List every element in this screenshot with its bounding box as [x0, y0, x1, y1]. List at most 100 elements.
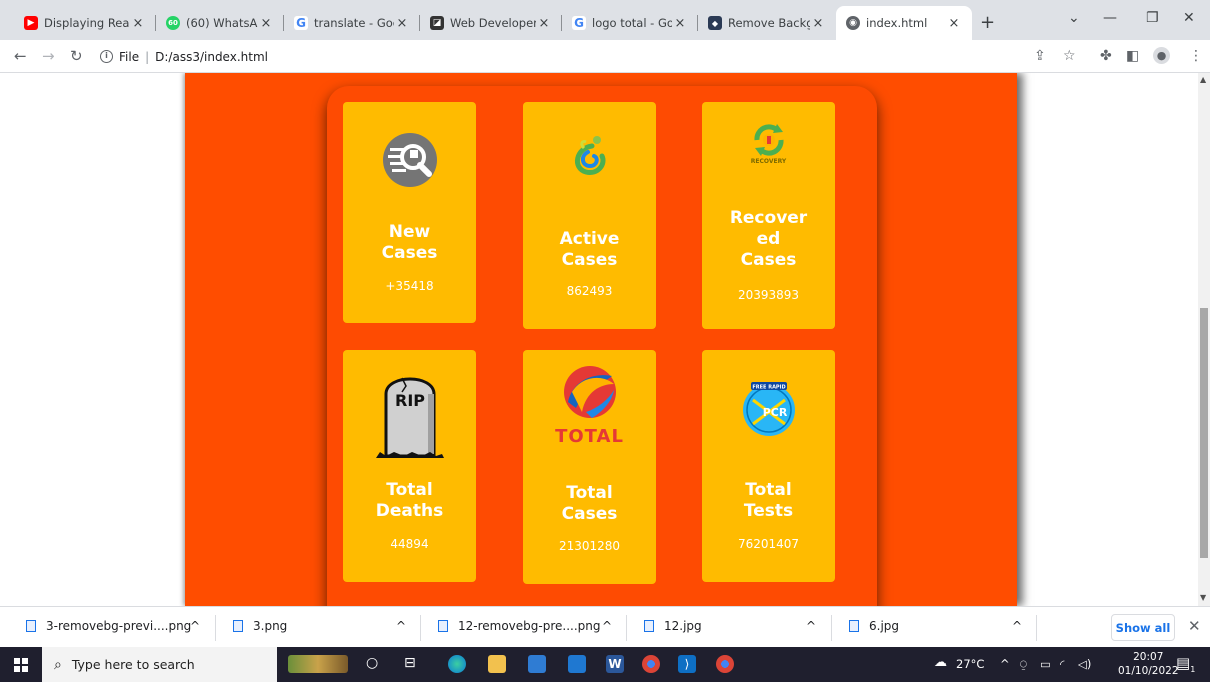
- url-text[interactable]: D:/ass3/index.html: [155, 50, 268, 64]
- back-button[interactable]: ←: [14, 47, 27, 65]
- weather-temp[interactable]: 27°C: [956, 657, 984, 671]
- new-tab-button[interactable]: +: [980, 12, 995, 33]
- download-item[interactable]: 12.jpg: [644, 619, 702, 633]
- whatsapp-icon: 60: [166, 16, 180, 30]
- card-title-line: Total: [566, 483, 613, 503]
- chevron-up-icon[interactable]: ^: [1000, 657, 1010, 671]
- clock-date: 01/10/2022: [1118, 665, 1179, 677]
- chevron-up-icon[interactable]: ^: [190, 619, 200, 633]
- card-title-line: ed: [756, 229, 781, 249]
- chrome-icon[interactable]: [642, 655, 660, 673]
- close-tab-icon[interactable]: ×: [258, 16, 274, 31]
- menu-dots-icon[interactable]: ⋮: [1189, 48, 1203, 64]
- volume-icon[interactable]: ◁): [1078, 657, 1091, 671]
- meet-now-icon[interactable]: ⍜: [1020, 657, 1027, 672]
- weather-cloud-icon[interactable]: ☁: [934, 655, 947, 670]
- info-icon[interactable]: i: [100, 50, 113, 63]
- card-title: Total Deaths: [343, 480, 476, 522]
- divider: [215, 615, 216, 641]
- close-tab-icon[interactable]: ×: [130, 16, 146, 31]
- word-icon[interactable]: W: [606, 655, 624, 673]
- profile-avatar-icon[interactable]: ●: [1153, 47, 1170, 64]
- page-scrollbar[interactable]: ▲ ▼: [1198, 73, 1210, 606]
- mail-icon[interactable]: [568, 655, 586, 673]
- store-icon[interactable]: [528, 655, 546, 673]
- tab-web-developer[interactable]: ◪ Web Developer F ×: [420, 6, 562, 40]
- bookmark-star-icon[interactable]: ☆: [1063, 48, 1076, 64]
- chrome-icon[interactable]: [716, 655, 734, 673]
- close-tab-icon[interactable]: ×: [672, 16, 688, 31]
- card-title-line: Recover: [729, 208, 808, 228]
- chevron-up-icon[interactable]: ^: [1012, 619, 1022, 633]
- close-downloads-icon[interactable]: ✕: [1188, 617, 1201, 635]
- scroll-up-arrow-icon[interactable]: ▲: [1200, 75, 1206, 84]
- card-new-cases: New Cases +35418: [343, 102, 476, 323]
- file-explorer-icon[interactable]: [488, 655, 506, 673]
- remove-bg-icon: ◆: [708, 16, 722, 30]
- minimize-button[interactable]: —: [1103, 10, 1117, 26]
- google-icon: G: [572, 16, 586, 30]
- active-swirl-icon: [523, 134, 656, 176]
- battery-icon[interactable]: ▭: [1040, 657, 1051, 671]
- card-title: Active Cases: [523, 229, 656, 271]
- reload-button[interactable]: ↻: [70, 47, 83, 65]
- divider: [626, 615, 627, 641]
- close-tab-icon[interactable]: ×: [810, 16, 826, 31]
- download-item[interactable]: 3-removebg-previ....png: [26, 619, 191, 633]
- search-magnifier-icon: [343, 132, 476, 188]
- download-item[interactable]: 12-removebg-pre....png: [438, 619, 601, 633]
- news-widget-icon[interactable]: [288, 655, 348, 673]
- pcr-text: PCR: [762, 406, 787, 419]
- address-bar[interactable]: i File | D:/ass3/index.html: [100, 44, 1000, 69]
- vscode-icon[interactable]: ⟩: [678, 655, 696, 673]
- card-title: Recover ed Cases: [702, 208, 835, 271]
- share-icon[interactable]: ⇪: [1034, 48, 1046, 64]
- task-view-icon[interactable]: ⊟: [404, 655, 416, 671]
- tab-remove-background[interactable]: ◆ Remove Backgro ×: [698, 6, 836, 40]
- card-value: 44894: [390, 537, 429, 551]
- edge-icon[interactable]: [448, 655, 466, 673]
- download-filename: 6.jpg: [869, 619, 900, 633]
- download-filename: 12-removebg-pre....png: [458, 619, 601, 633]
- file-icon: [26, 620, 36, 632]
- recovery-logo-text: RECOVERY: [750, 158, 787, 165]
- tombstone-icon: RIP: [343, 364, 476, 464]
- wifi-icon[interactable]: ◜: [1060, 657, 1064, 671]
- extensions-puzzle-icon[interactable]: ✤: [1100, 48, 1112, 64]
- forward-button[interactable]: →: [42, 47, 55, 65]
- close-tab-icon[interactable]: ×: [536, 16, 552, 31]
- close-tab-icon[interactable]: ×: [394, 16, 410, 31]
- card-title-line: Active: [559, 229, 620, 249]
- chevron-up-icon[interactable]: ^: [602, 619, 612, 633]
- download-item[interactable]: 3.png: [233, 619, 287, 633]
- tab-logo-total[interactable]: G logo total - Goo ×: [562, 6, 698, 40]
- close-tab-icon[interactable]: ×: [946, 16, 962, 31]
- card-active-cases: Active Cases 862493: [523, 102, 656, 329]
- card-recovered-cases: RECOVERY Recover ed Cases 20393893: [702, 102, 835, 329]
- tab-search-chevron-icon[interactable]: ⌄: [1068, 10, 1080, 26]
- taskbar-search-box[interactable]: ⌕ Type here to search: [42, 647, 277, 682]
- chevron-up-icon[interactable]: ^: [396, 619, 406, 633]
- close-window-button[interactable]: ✕: [1183, 10, 1195, 26]
- globe-icon: ◉: [846, 16, 860, 30]
- card-title-line: Cases: [561, 250, 618, 270]
- side-panel-icon[interactable]: ◧: [1126, 48, 1139, 64]
- chevron-up-icon[interactable]: ^: [806, 619, 816, 633]
- notification-center-icon[interactable]: ▤1: [1176, 654, 1195, 674]
- windows-start-icon[interactable]: [14, 658, 28, 672]
- scroll-down-arrow-icon[interactable]: ▼: [1200, 593, 1206, 602]
- tab-title: logo total - Goo: [592, 16, 672, 30]
- scrollbar-thumb[interactable]: [1200, 308, 1208, 558]
- taskbar-clock[interactable]: 20:07 01/10/2022: [1118, 650, 1179, 678]
- tab-whatsapp[interactable]: 60 (60) WhatsApp ×: [156, 6, 284, 40]
- card-total-cases: TOTAL Total Cases 21301280: [523, 350, 656, 584]
- card-value: 21301280: [558, 539, 621, 553]
- show-all-button[interactable]: Show all: [1111, 614, 1175, 641]
- tab-translate[interactable]: G translate - Googl ×: [284, 6, 420, 40]
- cortana-icon[interactable]: ○: [366, 655, 378, 671]
- restore-button[interactable]: ❐: [1146, 10, 1159, 26]
- page-viewport: New Cases +35418 Active Cases 862493 REC…: [0, 73, 1198, 606]
- tab-youtube[interactable]: ▶ Displaying Realti ×: [14, 6, 156, 40]
- download-item[interactable]: 6.jpg: [849, 619, 899, 633]
- tab-index-html[interactable]: ◉ index.html ×: [836, 6, 972, 40]
